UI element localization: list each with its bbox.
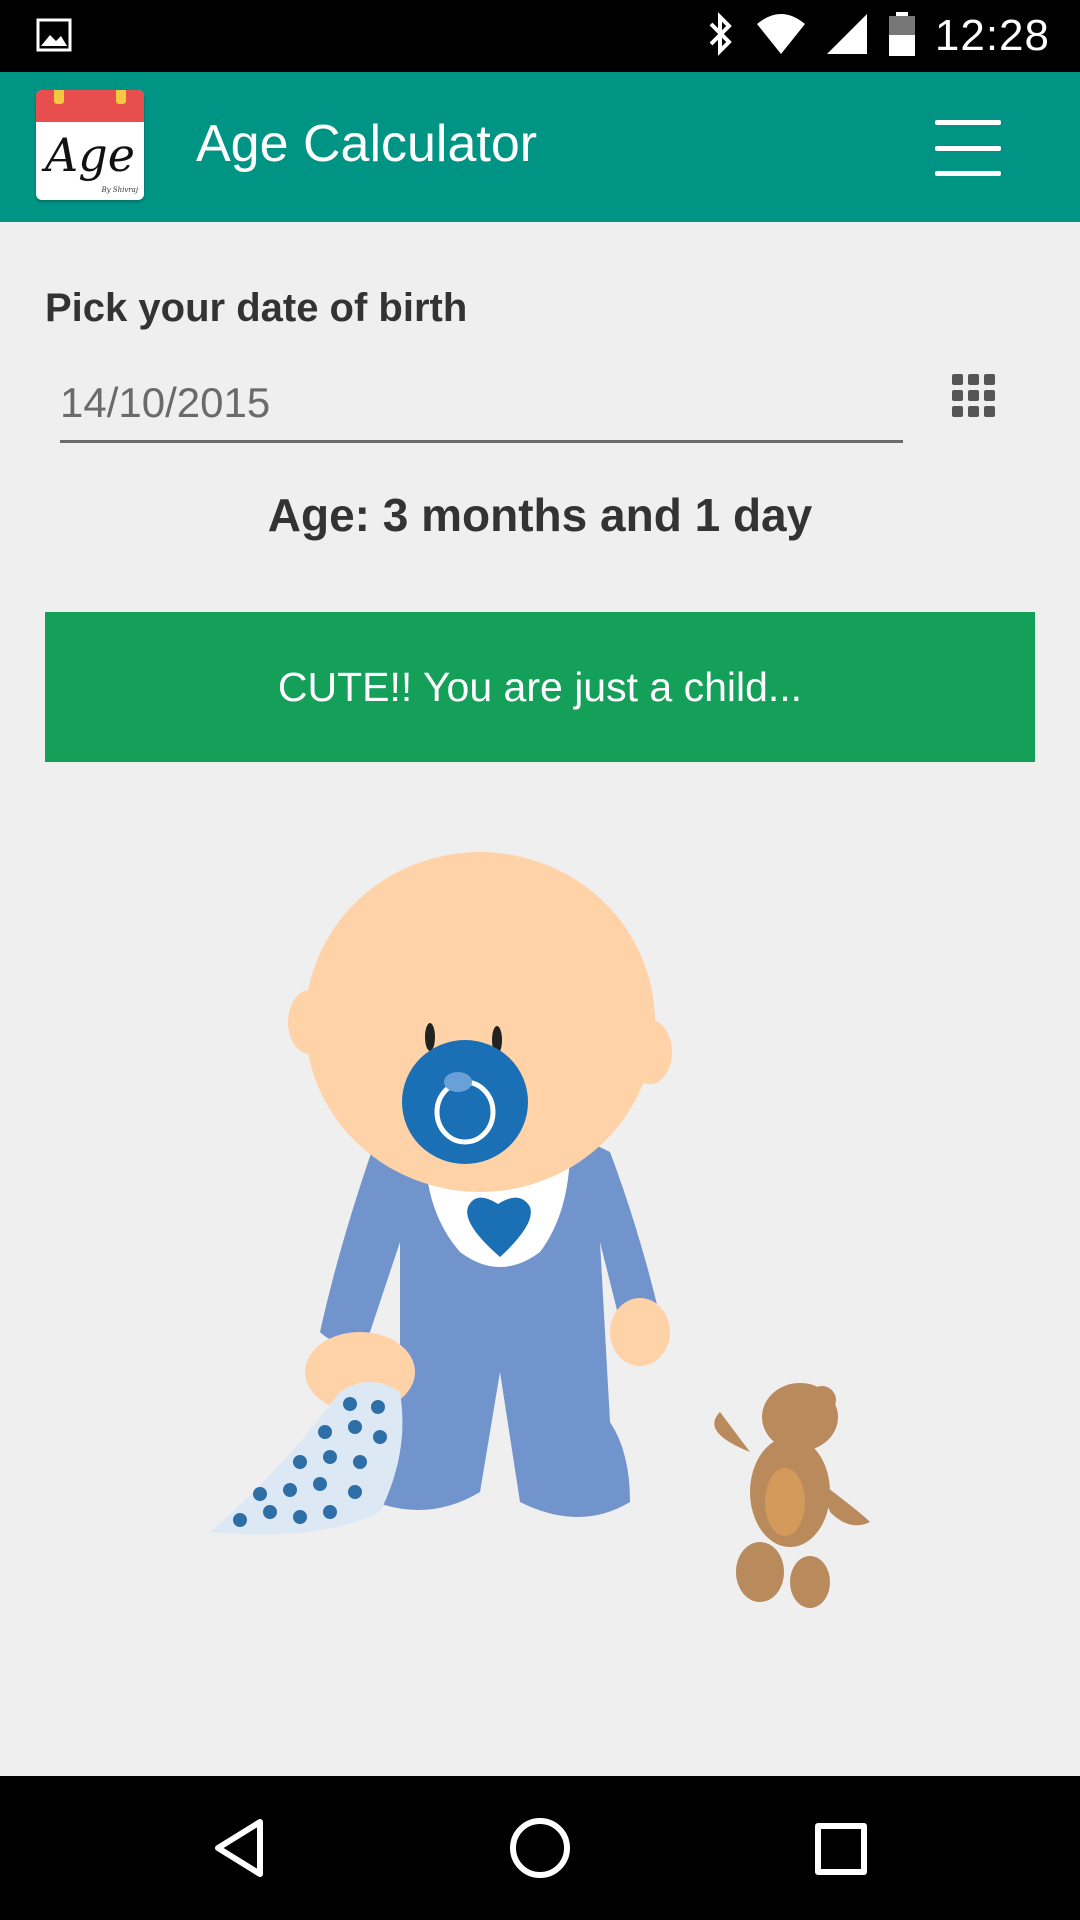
wifi-icon: [755, 12, 807, 61]
app-logo: Age By Shivraj: [36, 90, 144, 200]
app-bar: Age By Shivraj Age Calculator: [0, 72, 1080, 222]
recents-icon[interactable]: [804, 1812, 876, 1884]
hamburger-menu-icon[interactable]: [928, 120, 1008, 176]
status-bar: 12:28: [0, 0, 1080, 72]
back-icon[interactable]: [204, 1812, 276, 1884]
baby-illustration: [200, 812, 900, 1612]
main-content: Pick your date of birth 14/10/2015 Age: …: [0, 222, 1080, 1776]
logo-text: Age: [45, 128, 135, 182]
age-result: Age: 3 months and 1 day: [267, 489, 813, 541]
image-notification-icon: [36, 18, 72, 57]
logo-subtext: By Shivraj: [101, 186, 138, 194]
calendar-grid-icon[interactable]: [952, 374, 996, 418]
app-title: Age Calculator: [196, 115, 538, 173]
cell-signal-icon: [825, 12, 869, 61]
age-message-banner: CUTE!! You are just a child...: [45, 612, 1035, 762]
navigation-bar: [0, 1776, 1080, 1920]
home-icon[interactable]: [504, 1812, 576, 1884]
bluetooth-icon: [703, 11, 737, 61]
status-clock: 12:28: [934, 11, 1050, 60]
battery-icon: [887, 11, 917, 62]
logo-calendar-header: [36, 90, 144, 122]
logo-ring: [54, 90, 64, 104]
dob-label: Pick your date of birth: [45, 286, 468, 330]
date-of-birth-field[interactable]: 14/10/2015: [60, 366, 903, 443]
logo-ring: [116, 90, 126, 104]
